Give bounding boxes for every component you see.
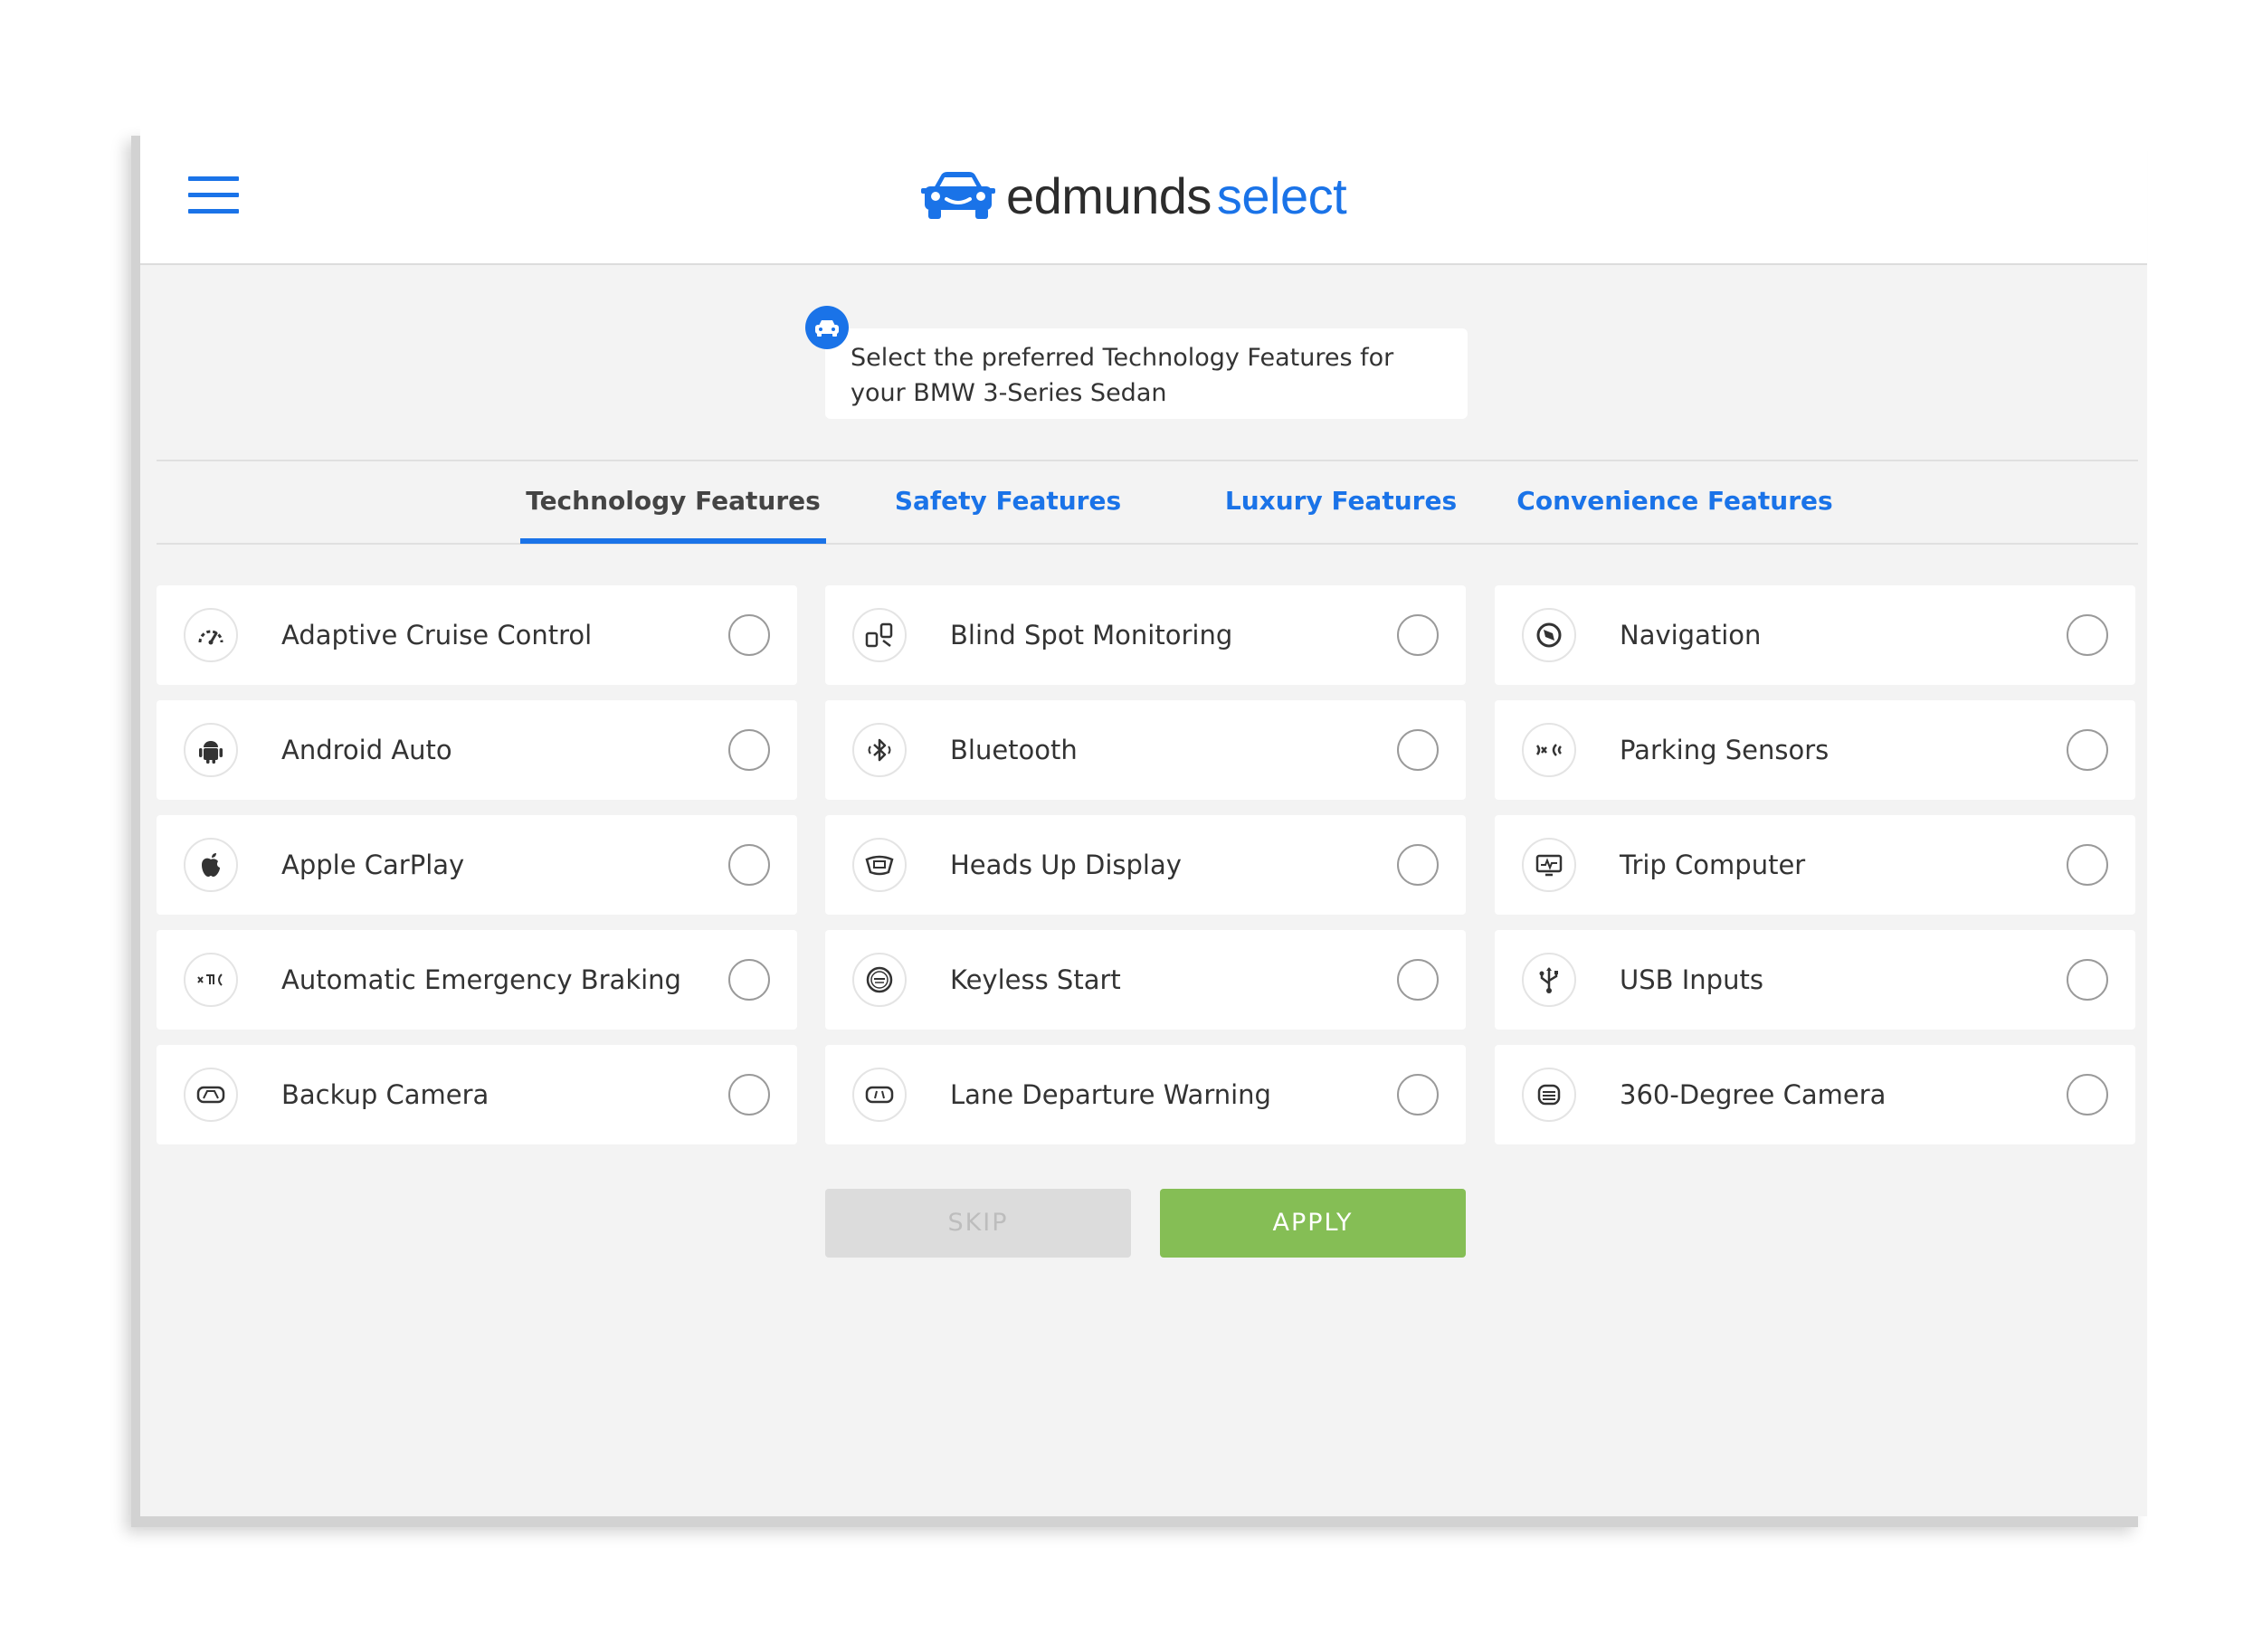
apple-icon [184,838,238,892]
feature-label: Trip Computer [1620,850,1806,880]
feature-adaptive-cruise-control[interactable]: Adaptive Cruise Control [157,585,797,685]
tab-technology-features[interactable]: Technology Features [520,461,826,544]
compass-icon [1522,608,1576,662]
feature-blind-spot-monitoring[interactable]: Blind Spot Monitoring [825,585,1466,685]
feature-radio[interactable] [2067,1074,2108,1116]
feature-trip-computer[interactable]: Trip Computer [1495,815,2135,915]
feature-label: Automatic Emergency Braking [281,964,681,995]
feature-keyless-start[interactable]: Keyless Start [825,930,1466,1030]
feature-radio[interactable] [2067,614,2108,656]
skip-button[interactable]: SKIP [825,1189,1131,1258]
blind-spot-icon [852,608,907,662]
feature-apple-carplay[interactable]: Apple CarPlay [157,815,797,915]
feature-radio[interactable] [1397,614,1439,656]
feature-label: Keyless Start [950,964,1121,995]
camera-360-icon [1522,1068,1576,1122]
feature-label: Navigation [1620,620,1762,650]
logo-text-select: select [1216,166,1347,224]
android-icon [184,723,238,777]
feature-label: USB Inputs [1620,964,1763,995]
feature-label: Bluetooth [950,735,1078,765]
feature-radio[interactable] [1397,844,1439,886]
heads-up-display-icon [852,838,907,892]
feature-360-degree-camera[interactable]: 360-Degree Camera [1495,1045,2135,1144]
keyless-start-icon [852,953,907,1007]
logo-text-edmunds: edmunds [1006,166,1212,224]
feature-radio[interactable] [1397,959,1439,1001]
feature-label: Parking Sensors [1620,735,1830,765]
feature-radio[interactable] [1397,1074,1439,1116]
feature-parking-sensors[interactable]: Parking Sensors [1495,700,2135,800]
feature-radio[interactable] [1397,729,1439,771]
feature-radio[interactable] [2067,959,2108,1001]
backup-camera-icon [184,1068,238,1122]
prompt-message: Select the preferred Technology Features… [825,328,1468,419]
feature-navigation[interactable]: Navigation [1495,585,2135,685]
feature-usb-inputs[interactable]: USB Inputs [1495,930,2135,1030]
feature-backup-camera[interactable]: Backup Camera [157,1045,797,1144]
feature-automatic-emergency-braking[interactable]: Automatic Emergency Braking [157,930,797,1030]
feature-heads-up-display[interactable]: Heads Up Display [825,815,1466,915]
assistant-car-icon [805,306,849,349]
usb-icon [1522,953,1576,1007]
feature-android-auto[interactable]: Android Auto [157,700,797,800]
speedometer-icon [184,608,238,662]
feature-bluetooth[interactable]: Bluetooth [825,700,1466,800]
feature-radio[interactable] [728,959,770,1001]
feature-label: Android Auto [281,735,452,765]
feature-radio[interactable] [2067,844,2108,886]
edmunds-select-logo[interactable]: edmunds select [921,166,1347,224]
feature-label: Lane Departure Warning [950,1079,1271,1110]
feature-tabs: Technology Features Safety Features Luxu… [157,460,2138,545]
feature-label: Heads Up Display [950,850,1182,880]
app-window: edmunds select Select the preferred Techn… [140,125,2147,1516]
parking-sensor-icon [1522,723,1576,777]
apply-button[interactable]: APPLY [1160,1189,1466,1258]
feature-label: Adaptive Cruise Control [281,620,593,650]
lane-departure-icon [852,1068,907,1122]
feature-radio[interactable] [728,1074,770,1116]
feature-radio[interactable] [728,729,770,771]
feature-label: Backup Camera [281,1079,489,1110]
bluetooth-icon [852,723,907,777]
feature-label: Blind Spot Monitoring [950,620,1233,650]
feature-label: 360-Degree Camera [1620,1079,1887,1110]
tab-safety-features[interactable]: Safety Features [855,461,1161,543]
feature-radio[interactable] [2067,729,2108,771]
emergency-braking-icon [184,953,238,1007]
tab-convenience-features[interactable]: Convenience Features [1494,461,1856,543]
feature-label: Apple CarPlay [281,850,465,880]
tab-luxury-features[interactable]: Luxury Features [1188,461,1494,543]
feature-radio[interactable] [728,614,770,656]
menu-icon[interactable] [188,176,239,214]
feature-lane-departure-warning[interactable]: Lane Departure Warning [825,1045,1466,1144]
feature-radio[interactable] [728,844,770,886]
car-logo-icon [921,172,995,219]
app-header: edmunds select [140,125,2147,265]
trip-computer-icon [1522,838,1576,892]
